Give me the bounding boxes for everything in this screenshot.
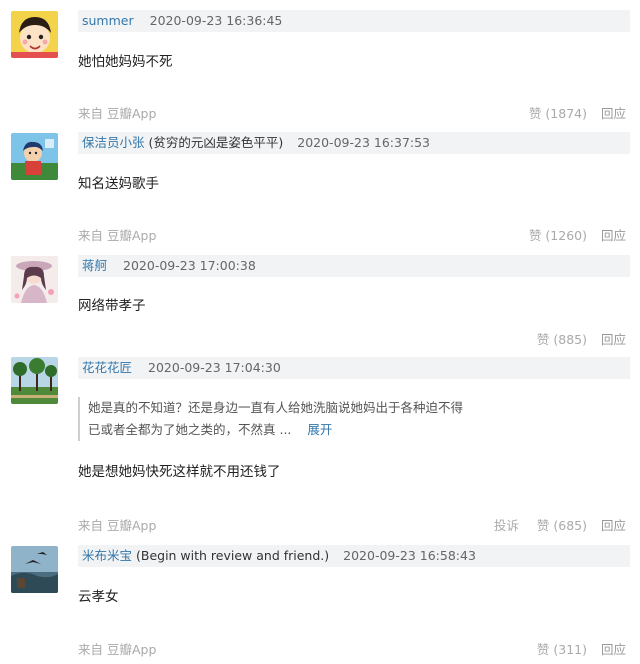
comment-footer: 来自 豆瓣App 赞 (1874) 回应 [78,104,626,124]
author-link[interactable]: 保洁员小张 [78,135,145,150]
comment-footer: 来自 豆瓣App 赞 (311) 回应 [78,640,626,660]
cartoon-girl-avatar[interactable] [11,11,58,58]
quoted-reply: 她是真的不知道？还是身边一直有人给她洗脑说她妈出于各种迫不得 已或者全都为了她之… [78,397,528,441]
comment-timestamp: 2020-09-23 17:04:30 [148,360,281,375]
quoted-text-continued: 已或者全都为了她之类的，不然真 ... [88,422,292,437]
park-trees-avatar[interactable] [11,357,58,404]
like-button[interactable]: 赞 (1874) [529,106,587,121]
comment-footer: 来自 豆瓣App 投诉 赞 (685) 回应 [78,516,626,536]
comment-meta-bar: 蒋舸 2020-09-23 17:00:38 [78,255,630,277]
comment-source: 来自 豆瓣App [78,228,157,243]
comment-actions: 投诉 赞 (685) 回应 [480,516,626,536]
comment-text: 她怕她妈妈不死 [78,54,173,70]
comment-timestamp: 2020-09-23 16:36:45 [149,13,283,28]
quoted-text-line: 已或者全都为了她之类的，不然真 ... 展开 [88,419,528,441]
comment-timestamp: 2020-09-23 17:00:38 [123,258,256,273]
comment-meta-bar: 保洁员小张 (贫穷的元凶是姿色平平) 2020-09-23 16:37:53 [78,132,630,154]
author-link[interactable]: 蒋舸 [78,258,107,273]
author-link[interactable]: 米布米宝 [78,548,132,563]
comment-meta-bar: 米布米宝 (Begin with review and friend.) 2020… [78,545,630,567]
comment-source: 来自 豆瓣App [78,106,157,121]
like-button[interactable]: 赞 (885) [537,332,587,347]
comment-meta-bar: 花花花匠 2020-09-23 17:04:30 [78,357,630,379]
comment-actions: 赞 (885) 回应 [523,330,626,350]
reply-button[interactable]: 回应 [601,332,626,347]
reply-button[interactable]: 回应 [601,106,626,121]
reply-button[interactable]: 回应 [601,518,626,533]
comment-timestamp: 2020-09-23 16:37:53 [297,135,431,150]
comment-footer: 来自 豆瓣App 赞 (1260) 回应 [78,226,626,246]
expand-quote-link[interactable]: 展开 [307,422,332,437]
author-link[interactable]: summer [78,13,134,28]
comment-actions: 赞 (311) 回应 [523,640,626,660]
author-signature: (贫穷的元凶是姿色平平) [144,135,284,150]
reply-button[interactable]: 回应 [601,228,626,243]
like-button[interactable]: 赞 (1260) [529,228,587,243]
comment-footer: 赞 (885) 回应 [78,330,626,350]
like-button[interactable]: 赞 (311) [537,642,587,657]
comment-text: 网络带孝子 [78,298,146,314]
anime-boy-avatar[interactable] [11,133,58,180]
report-button[interactable]: 投诉 [494,518,519,533]
comment-text: 云孝女 [78,589,119,605]
comment-meta-bar: summer 2020-09-23 16:36:45 [78,10,630,32]
lake-bird-avatar[interactable] [11,546,58,593]
comment-actions: 赞 (1874) 回应 [515,104,626,124]
like-button[interactable]: 赞 (685) [537,518,587,533]
comment-timestamp: 2020-09-23 16:58:43 [343,548,476,563]
illustrated-woman-avatar[interactable] [11,256,58,303]
comment-source: 来自 豆瓣App [78,518,157,533]
comment-text: 她是想她妈快死这样就不用还钱了 [78,464,281,480]
comment-text: 知名送妈歌手 [78,176,159,192]
comment-actions: 赞 (1260) 回应 [515,226,626,246]
author-link[interactable]: 花花花匠 [78,360,132,375]
quoted-text-line: 她是真的不知道？还是身边一直有人给她洗脑说她妈出于各种迫不得 [88,400,464,415]
reply-button[interactable]: 回应 [601,642,626,657]
author-signature: (Begin with review and friend.) [132,548,330,563]
comment-source: 来自 豆瓣App [78,642,157,657]
